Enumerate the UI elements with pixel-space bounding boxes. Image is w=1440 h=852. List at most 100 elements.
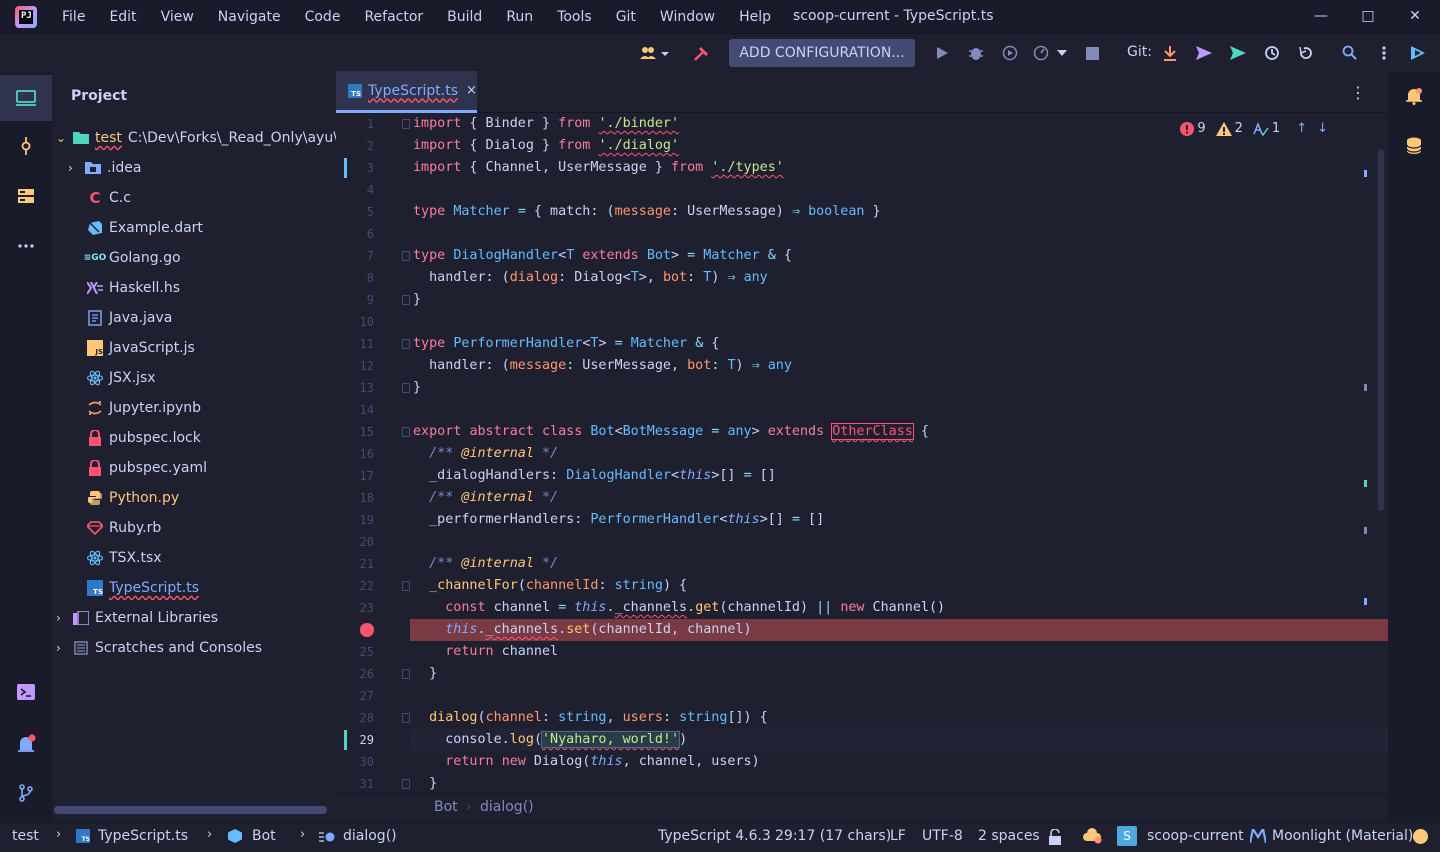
fold-marker-icon[interactable] [402, 251, 410, 261]
structure-tool-icon[interactable] [0, 174, 52, 218]
status-file[interactable]: TS TypeScript.ts [76, 828, 188, 844]
menu-edit[interactable]: Edit [109, 9, 136, 25]
line-number[interactable]: 9 [336, 289, 374, 311]
line-number[interactable]: 18 [336, 487, 374, 509]
tree-item-jsx[interactable]: JSX.jsx [52, 363, 336, 393]
chevron-right-icon[interactable]: › [56, 611, 68, 625]
error-count[interactable]: 9 [1180, 121, 1206, 136]
editor-vertical-scrollbar[interactable] [1378, 149, 1384, 511]
status-project[interactable]: test [12, 828, 39, 844]
fold-marker-icon[interactable] [402, 119, 410, 129]
tree-item-tsx[interactable]: TSX.tsx [52, 543, 336, 573]
project-horizontal-scrollbar[interactable] [54, 806, 327, 814]
scroll-marker[interactable] [1364, 170, 1367, 177]
line-number[interactable]: 4 [336, 179, 374, 201]
project-tool-icon[interactable] [0, 75, 52, 121]
breakpoint-icon[interactable] [360, 623, 374, 637]
fold-marker-icon[interactable] [402, 713, 410, 723]
menu-file[interactable]: File [62, 9, 85, 25]
line-number[interactable]: 30 [336, 751, 374, 773]
inspections-widget[interactable]: 9 2 1 ↑ ↓ [1180, 121, 1328, 136]
line-number[interactable]: 10 [336, 311, 374, 333]
line-number[interactable]: 22 [336, 575, 374, 597]
memory-indicator-icon[interactable] [1413, 829, 1428, 844]
tab-close-icon[interactable]: × [466, 83, 477, 98]
line-number[interactable]: 1 [336, 113, 374, 135]
git-commit-icon[interactable] [1194, 43, 1214, 63]
run-icon[interactable] [932, 43, 952, 63]
fold-marker-icon[interactable] [402, 581, 410, 591]
theme-icon[interactable] [1248, 826, 1268, 847]
editor-gutter[interactable]: 1234567891011121314151617181920212223242… [336, 113, 410, 793]
warning-count[interactable]: 2 [1215, 121, 1243, 136]
line-number[interactable]: 27 [336, 685, 374, 707]
stop-icon[interactable] [1082, 43, 1102, 63]
vcs-change-marker[interactable] [344, 158, 347, 178]
scroll-marker[interactable] [1364, 598, 1367, 605]
more-tools-icon[interactable] [0, 224, 52, 268]
line-number[interactable]: 28 [336, 707, 374, 729]
tree-item-idea[interactable]: › .idea [52, 153, 336, 183]
line-number[interactable]: 15 [336, 421, 374, 443]
menu-git[interactable]: Git [616, 9, 636, 25]
next-highlight-icon[interactable]: ↓ [1317, 121, 1328, 136]
search-icon[interactable] [1340, 43, 1360, 63]
fold-marker-icon[interactable] [402, 295, 410, 305]
breadcrumb-method[interactable]: dialog() [480, 799, 534, 815]
status-theme[interactable]: Moonlight (Material) [1272, 828, 1413, 844]
maximize-icon[interactable]: □ [1357, 5, 1379, 27]
previous-highlight-icon[interactable]: ↑ [1296, 121, 1307, 136]
chevron-right-icon[interactable]: › [56, 641, 68, 655]
minimize-icon[interactable]: — [1310, 5, 1332, 27]
git-history-icon[interactable] [1262, 43, 1282, 63]
tree-item-go[interactable]: ≡GO Golang.go [52, 243, 336, 273]
tree-item-haskell[interactable]: Haskell.hs [52, 273, 336, 303]
line-number[interactable]: 11 [336, 333, 374, 355]
menu-navigate[interactable]: Navigate [218, 9, 281, 25]
line-number[interactable]: 5 [336, 201, 374, 223]
line-number[interactable]: 19 [336, 509, 374, 531]
close-icon[interactable]: ✕ [1404, 5, 1426, 27]
git-branch-tool-icon[interactable] [0, 771, 52, 815]
run-more-chevron-icon[interactable] [1056, 43, 1068, 63]
code-area[interactable]: import { Binder } from './binder' import… [410, 113, 1388, 793]
status-encoding[interactable]: UTF-8 [922, 828, 963, 844]
profiler-icon[interactable] [1031, 43, 1051, 63]
breadcrumb-class[interactable]: Bot [434, 799, 458, 815]
line-number[interactable]: 31 [336, 773, 374, 795]
line-number[interactable]: 26 [336, 663, 374, 685]
chevron-down-icon[interactable]: ⌄ [56, 131, 68, 145]
tree-item-pubspec-lock[interactable]: pubspec.lock [52, 423, 336, 453]
line-number[interactable]: 3 [336, 157, 374, 179]
more-vertical-icon[interactable] [1374, 43, 1394, 63]
tree-item-java[interactable]: Java.java [52, 303, 336, 333]
debug-icon[interactable] [966, 43, 986, 63]
chevron-right-icon[interactable]: › [68, 161, 80, 175]
git-rollback-icon[interactable] [1296, 43, 1316, 63]
git-push-icon[interactable] [1228, 43, 1248, 63]
status-line-separator[interactable]: LF [890, 828, 906, 844]
problems-tool-icon[interactable] [0, 721, 52, 765]
line-number[interactable]: 29 [336, 729, 374, 751]
tree-root[interactable]: ⌄ test C:\Dev\Forks\_Read_Only\ayu\test [52, 123, 336, 153]
menu-run[interactable]: Run [506, 9, 533, 25]
tree-item-pubspec-yaml[interactable]: pubspec.yaml [52, 453, 336, 483]
tree-item-jupyter[interactable]: Jupyter.ipynb [52, 393, 336, 423]
fold-marker-icon[interactable] [402, 779, 410, 789]
lock-open-icon[interactable] [1048, 828, 1062, 849]
line-number[interactable]: 25 [336, 641, 374, 663]
vcs-change-marker[interactable] [344, 730, 347, 750]
database-icon[interactable] [1388, 124, 1440, 168]
menu-build[interactable]: Build [447, 9, 482, 25]
fold-marker-icon[interactable] [402, 339, 410, 349]
scroll-marker[interactable] [1364, 527, 1367, 534]
menu-help[interactable]: Help [739, 9, 771, 25]
menu-window[interactable]: Window [660, 9, 715, 25]
tree-item-javascript[interactable]: JS JavaScript.js [52, 333, 336, 363]
add-configuration-button[interactable]: ADD CONFIGURATION... [729, 39, 915, 67]
typo-count[interactable]: 1 [1253, 121, 1280, 136]
terminal-tool-icon[interactable] [0, 670, 52, 714]
status-class[interactable]: Bot [228, 828, 276, 844]
tree-item-ruby[interactable]: Ruby.rb [52, 513, 336, 543]
app-logo-icon[interactable]: PJ [15, 5, 37, 28]
